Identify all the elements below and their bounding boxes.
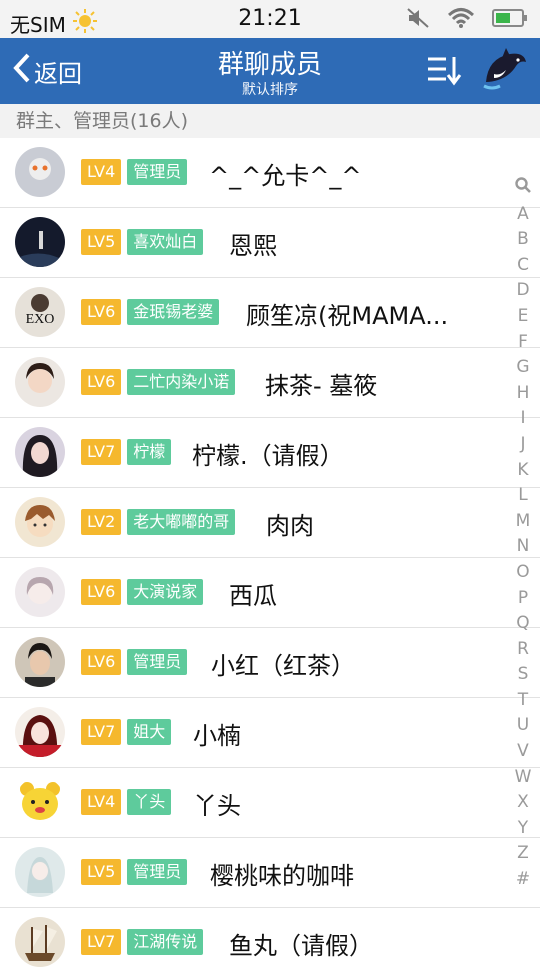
list-item[interactable]: LV4 管理员 ^_^允卡^_^: [0, 138, 540, 208]
index-letter[interactable]: B: [506, 227, 540, 253]
avatar: [15, 217, 65, 267]
level-badge: LV6: [81, 369, 122, 395]
section-header: 群主、管理员(16人): [0, 104, 540, 138]
wifi-icon: [447, 7, 475, 34]
member-name: 小红（红茶）: [211, 652, 355, 680]
index-letter[interactable]: #: [506, 867, 540, 893]
index-letter[interactable]: P: [506, 586, 540, 612]
member-list: LV4 管理员 ^_^允卡^_^ LV5 喜欢灿白 恩熙 EXO LV6 金珉锡…: [0, 138, 540, 978]
member-name: 西瓜: [229, 582, 277, 610]
avatar: EXO: [15, 287, 65, 337]
index-letter[interactable]: E: [506, 304, 540, 330]
avatar: [15, 357, 65, 407]
index-letter[interactable]: U: [506, 713, 540, 739]
index-letter[interactable]: I: [506, 406, 540, 432]
avatar-text: EXO: [26, 312, 55, 327]
title-badge: 管理员: [127, 649, 188, 675]
index-letter[interactable]: D: [506, 278, 540, 304]
level-badge: LV7: [81, 439, 122, 465]
list-item[interactable]: LV7 柠檬 柠檬.（请假）: [0, 418, 540, 488]
index-letter[interactable]: Z: [506, 841, 540, 867]
index-letter[interactable]: M: [506, 509, 540, 535]
title-badge: 丫头: [127, 789, 172, 815]
member-name: 樱桃味的咖啡: [210, 862, 354, 890]
list-item[interactable]: EXO LV6 金珉锡老婆 顾笙凉(祝MAMA...: [0, 278, 540, 348]
member-name: 抹茶- 墓筱: [265, 372, 378, 400]
index-letter[interactable]: H: [506, 381, 540, 407]
index-letter[interactable]: G: [506, 355, 540, 381]
index-letter[interactable]: Y: [506, 816, 540, 842]
avatar: [15, 427, 65, 477]
index-letter[interactable]: V: [506, 739, 540, 765]
title-bar: 返回 群聊成员 默认排序: [0, 38, 540, 104]
battery-icon: [492, 8, 528, 33]
title-badge: 管理员: [127, 859, 188, 885]
search-icon[interactable]: [506, 176, 540, 202]
title-badge: 金珉锡老婆: [127, 299, 220, 325]
avatar: [15, 707, 65, 757]
level-badge: LV7: [81, 929, 122, 955]
index-letter[interactable]: J: [506, 432, 540, 458]
index-letter[interactable]: W: [506, 765, 540, 791]
title-badge: 江湖传说: [127, 929, 204, 955]
index-letter[interactable]: F: [506, 330, 540, 356]
sort-button[interactable]: [426, 54, 462, 90]
title-badge: 二忙内染小诺: [127, 369, 236, 395]
level-badge: LV6: [81, 579, 122, 605]
sort-icon: [428, 57, 462, 86]
list-item[interactable]: LV5 管理员 樱桃味的咖啡: [0, 838, 540, 908]
index-letter[interactable]: T: [506, 688, 540, 714]
member-name: 鱼丸（请假）: [229, 932, 373, 960]
level-badge: LV6: [81, 299, 122, 325]
list-item[interactable]: LV7 江湖传说 鱼丸（请假）: [0, 908, 540, 978]
index-letter[interactable]: A: [506, 202, 540, 228]
avatar: [15, 777, 65, 827]
index-letter[interactable]: Q: [506, 611, 540, 637]
title-badge: 喜欢灿白: [127, 229, 204, 255]
list-item[interactable]: LV6 管理员 小红（红茶）: [0, 628, 540, 698]
mute-icon: [406, 7, 430, 34]
index-letter[interactable]: O: [506, 560, 540, 586]
list-item[interactable]: LV6 二忙内染小诺 抹茶- 墓筱: [0, 348, 540, 418]
alphabet-index[interactable]: A B C D E F G H I J K L M N O P Q R S T …: [506, 176, 540, 893]
member-name: ^_^允卡^_^: [209, 162, 362, 190]
avatar: [15, 847, 65, 897]
status-bar: 无SIM 21:21: [0, 0, 540, 38]
level-badge: LV4: [81, 159, 122, 185]
avatar: [15, 637, 65, 687]
member-name: 肉肉: [266, 512, 314, 540]
index-letter[interactable]: S: [506, 662, 540, 688]
list-item[interactable]: LV2 老大嘟嘟的哥 肉肉: [0, 488, 540, 558]
level-badge: LV6: [81, 649, 122, 675]
level-badge: LV2: [81, 509, 122, 535]
index-letter[interactable]: X: [506, 790, 540, 816]
title-badge: 柠檬: [127, 439, 172, 465]
title-badge: 大演说家: [127, 579, 204, 605]
list-item[interactable]: LV5 喜欢灿白 恩熙: [0, 208, 540, 278]
level-badge: LV5: [81, 859, 122, 885]
index-letter[interactable]: N: [506, 534, 540, 560]
member-name: 小楠: [193, 722, 241, 750]
title-badge: 管理员: [127, 159, 188, 185]
level-badge: LV4: [81, 789, 122, 815]
member-name: 顾笙凉(祝MAMA...: [246, 302, 449, 330]
title-badge: 老大嘟嘟的哥: [127, 509, 236, 535]
list-item[interactable]: LV7 姐大 小楠: [0, 698, 540, 768]
dolphin-icon[interactable]: [480, 46, 530, 98]
index-letter[interactable]: L: [506, 483, 540, 509]
title-badge: 姐大: [127, 719, 172, 745]
level-badge: LV5: [81, 229, 122, 255]
index-letter[interactable]: K: [506, 458, 540, 484]
avatar: [15, 497, 65, 547]
list-item[interactable]: LV6 大演说家 西瓜: [0, 558, 540, 628]
member-name: 柠檬.（请假）: [192, 442, 344, 470]
avatar: [15, 567, 65, 617]
list-item[interactable]: LV4 丫头 丫头: [0, 768, 540, 838]
member-name: 丫头: [193, 792, 241, 820]
index-letter[interactable]: C: [506, 253, 540, 279]
level-badge: LV7: [81, 719, 122, 745]
avatar: [15, 147, 65, 197]
index-letter[interactable]: R: [506, 637, 540, 663]
member-name: 恩熙: [229, 232, 277, 260]
